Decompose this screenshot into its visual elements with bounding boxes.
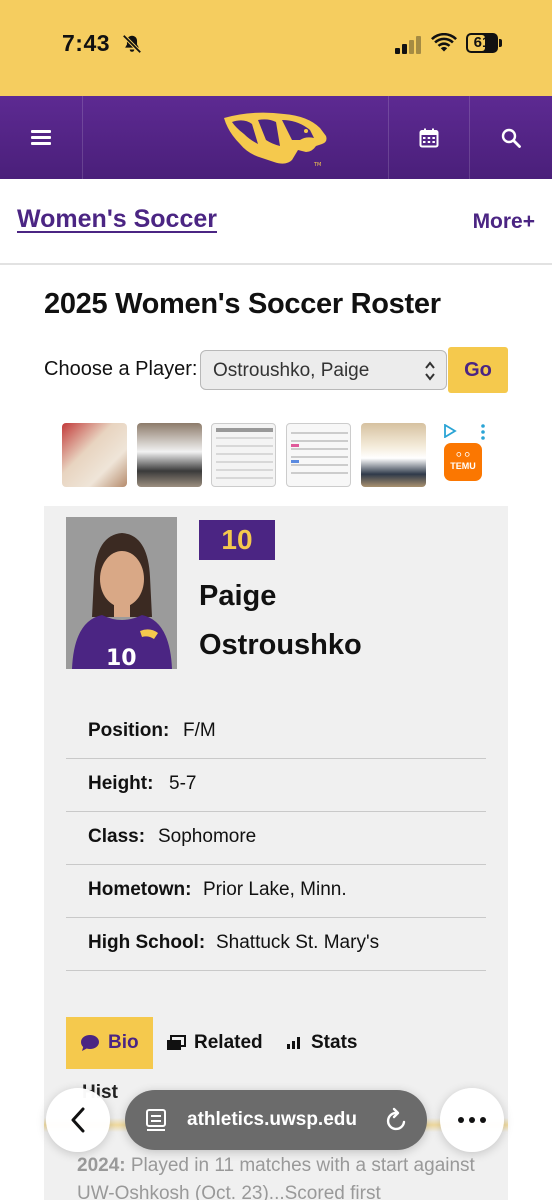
info-row-class: Class: Sophomore [66,812,486,865]
more-options-button[interactable] [440,1088,504,1152]
menu-button[interactable] [0,96,82,179]
url-text: athletics.uwsp.edu [187,1109,357,1130]
ad-image-outfit[interactable] [137,423,202,487]
info-value: Shattuck St. Mary's [216,932,380,953]
cellular-signal-icon [395,36,423,54]
bell-slash-icon [122,34,142,54]
info-label: Class: [88,826,146,847]
wifi-icon [431,33,457,52]
info-row-position: Position: F/M [66,706,486,759]
search-button[interactable] [470,96,552,179]
calendar-icon [419,128,439,147]
sport-title-link[interactable]: Women's Soccer [17,205,217,234]
ellipsis-icon [458,1117,486,1123]
copy-windows-icon [167,1035,186,1050]
go-button[interactable]: Go [448,347,508,393]
player-select[interactable]: Ostroushko, Paige [200,350,447,390]
temu-label: TEMU [450,461,476,471]
info-value: Sophomore [158,826,257,847]
ad-image-chart[interactable] [286,423,351,487]
hamburger-menu-icon [31,127,51,148]
tab-related[interactable]: Related [166,1017,263,1069]
tab-label: Stats [311,1032,358,1053]
bar-chart-icon [287,1037,300,1049]
svg-text:10: 10 [106,646,137,669]
bio-text: Played in 11 matches with a start agains… [77,1155,475,1200]
info-label: Hometown: [88,879,192,900]
speech-bubble-icon [81,1035,99,1051]
player-first-name: Paige [199,580,277,612]
page-title: 2025 Women's Soccer Roster [44,288,441,320]
ad-banner[interactable] [62,420,492,490]
ad-image-model[interactable] [361,423,426,487]
chevron-left-icon [71,1107,85,1133]
bio-paragraph: 2024: Played in 11 matches with a start … [77,1152,497,1200]
ad-image-size-guide[interactable] [211,423,276,487]
bio-year: 2024: [77,1155,126,1176]
reload-icon[interactable] [385,1107,409,1133]
more-menu-link[interactable]: More+ [473,210,535,234]
info-row-height: Height: 5-7 [66,759,486,812]
calendar-button[interactable] [389,96,469,179]
back-button[interactable] [46,1088,110,1152]
choose-player-label: Choose a Player: [44,358,198,380]
tab-bio[interactable]: Bio [66,1017,153,1069]
info-row-high-school: High School: Shattuck St. Mary's [66,918,486,971]
battery-level: 61 [473,34,491,51]
info-value: 5-7 [169,773,197,794]
address-bar[interactable]: athletics.uwsp.edu [125,1090,427,1150]
tab-stats[interactable]: Stats [285,1017,357,1069]
sport-subnav: Women's Soccer More+ [0,179,552,265]
info-label: Height: [88,773,154,794]
status-time: 7:43 [62,30,111,56]
tab-label: Bio [108,1032,139,1053]
player-last-name: Ostroushko [199,629,362,661]
chevron-up-down-icon [425,361,435,381]
tabs-page-icon [146,1109,166,1131]
info-row-hometown: Hometown: Prior Lake, Minn. [66,865,486,918]
temu-logo[interactable]: ⚪⚪ TEMU [444,443,482,481]
info-label: High School: [88,932,206,953]
search-icon [501,128,521,148]
pointer-logo[interactable]: TM [222,110,330,168]
ad-more-icon[interactable] [481,424,485,440]
info-value: F/M [183,720,216,741]
player-headshot: 10 [66,517,177,669]
battery-icon: 61 [466,33,502,53]
info-value: Prior Lake, Minn. [203,879,347,900]
info-label: Position: [88,720,170,741]
ad-image-couple[interactable] [62,423,127,487]
status-bar: 7:43 61 [0,0,552,96]
tab-label: Related [194,1032,263,1053]
ad-choices-icon[interactable] [443,424,457,438]
jersey-number: 10 [199,520,275,560]
player-select-value: Ostroushko, Paige [213,360,370,381]
svg-text:TM: TM [313,162,321,168]
